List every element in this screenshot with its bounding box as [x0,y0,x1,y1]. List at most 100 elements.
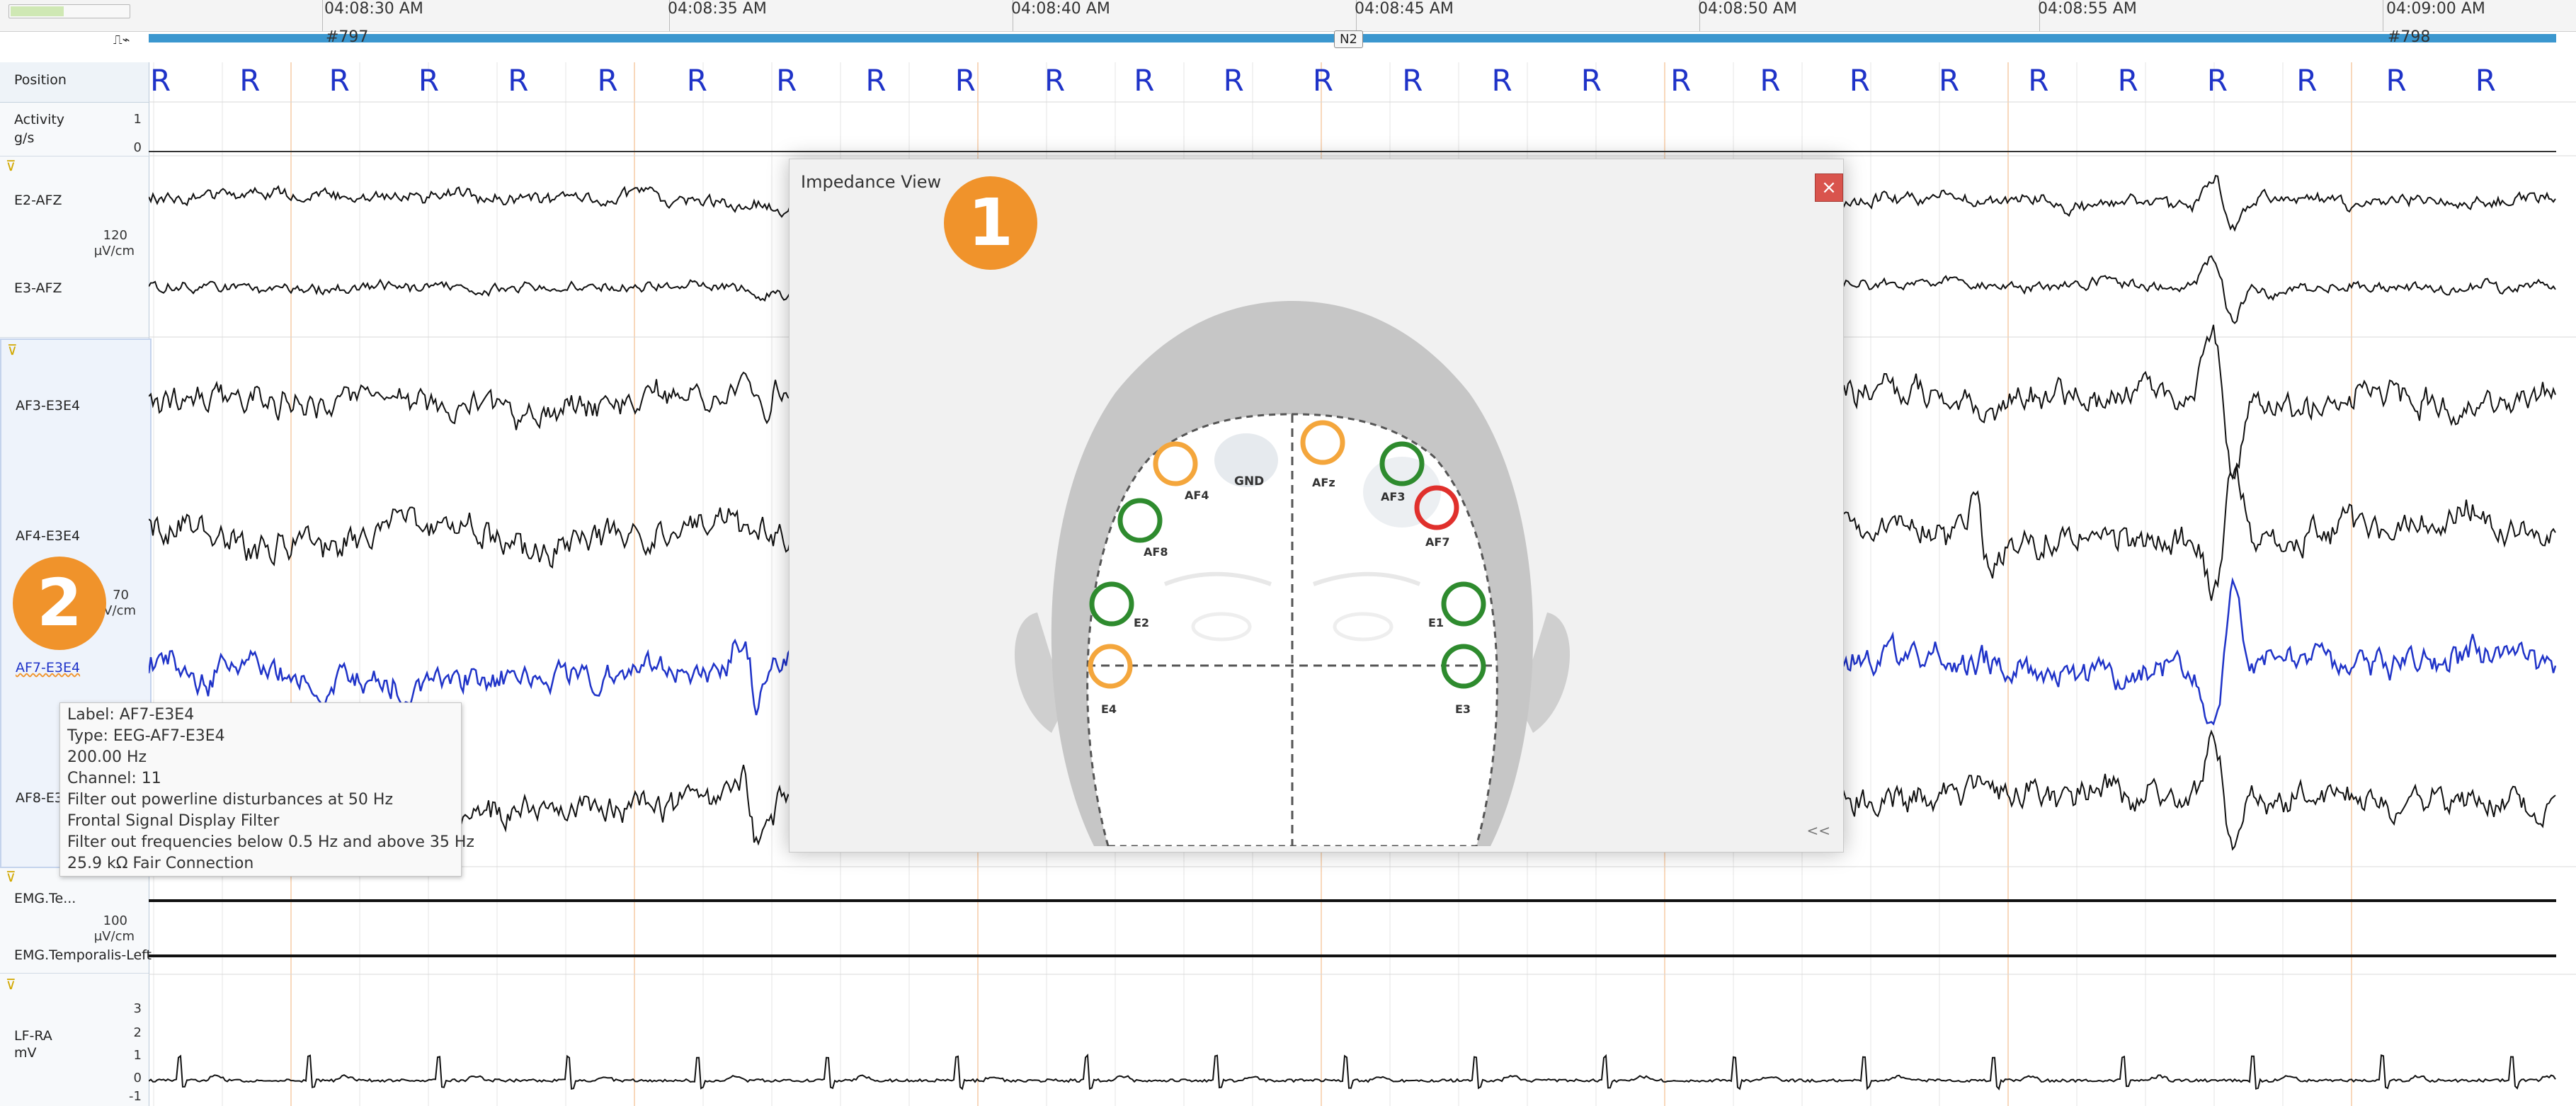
close-button[interactable]: × [1815,173,1843,202]
step-badge-1: 1 [944,176,1037,270]
position-marker: R [2386,63,2407,98]
tooltip-line: Channel: 11 [67,770,161,787]
ecg-group[interactable]: ⊽ LF-RA mV 3 2 1 0 -1 [0,974,149,1106]
tooltip-line: Filter out powerline disturbances at 50 … [67,791,394,809]
position-marker: R [1760,63,1780,98]
position-marker: R [687,63,707,98]
channel-tooltip: Label: AF7-E3E4 Type: EEG-AF7-E3E4 200.0… [59,702,474,877]
position-marker: R [1224,63,1244,98]
step-badge-2: 2 [13,557,106,650]
position-marker: R [239,63,260,98]
position-marker: R [2118,63,2138,98]
position-channel-header[interactable]: Position [0,62,149,103]
activity-channel[interactable]: Activity g/s 1 0 [0,102,149,156]
position-marker: R [1939,63,1959,98]
activity-label: Activity [14,112,65,127]
filter-icon[interactable]: ⊽ [7,341,18,358]
position-marker: R [508,63,528,98]
impedance-view-title: Impedance View [801,172,942,192]
position-marker: R [1581,63,1602,98]
electrode-label-e3: E3 [1455,702,1471,716]
electrode-label-af4: AF4 [1185,489,1209,502]
electrode-label-e2: E2 [1134,616,1149,629]
position-marker: R [1044,63,1065,98]
tooltip-line: 200.00 Hz [67,748,147,766]
tooltip-line: 25.9 kΩ Fair Connection [67,855,254,872]
channel-label-lf-ra: LF-RA [14,1028,52,1044]
eeg-group-1[interactable]: ⊽ E2-AFZ 120 µV/cm E3-AFZ [0,156,149,338]
time-label: 04:08:55 AM [2038,0,2137,18]
sleep-stage-badge[interactable]: N2 [1334,30,1363,48]
filter-icon[interactable]: ⊽ [6,976,16,993]
channel-label-e2-afz: E2-AFZ [14,193,62,208]
impedance-view-dialog[interactable]: Impedance View × << 1 GND AF4 AF8 AFz AF… [789,159,1844,853]
channel-label-emg-te: EMG.Te... [14,891,76,906]
position-marker: R [955,63,976,98]
time-label: 04:09:00 AM [2386,0,2485,18]
ecg-unit: mV [14,1045,37,1061]
activity-scale-top: 1 [133,112,142,127]
position-marker: R [776,63,797,98]
record-progress-fill [11,6,64,16]
electrode-label-e1: E1 [1428,616,1444,629]
activity-unit: g/s [14,130,35,146]
position-marker: R [1402,63,1423,98]
timeline-header[interactable]: 04:08:30 AM 04:08:35 AM 04:08:40 AM 04:0… [0,0,2576,32]
ecg-tick: 2 [133,1025,142,1040]
tooltip-line: Frontal Signal Display Filter [67,812,280,830]
psg-viewer: 04:08:30 AM 04:08:35 AM 04:08:40 AM 04:0… [0,0,2576,1106]
channel-label-e3-afz: E3-AFZ [14,280,62,296]
epoch-label-left: #797 [326,28,369,46]
position-marker: R [865,63,886,98]
ecg-tick: 3 [133,1001,142,1016]
time-label: 04:08:35 AM [668,0,767,18]
channel-label-af4-e3e4: AF4-E3E4 [16,528,81,544]
electrode-label-afz: AFz [1312,476,1335,489]
ecg-tick: 1 [133,1048,142,1063]
time-tick [322,0,323,31]
electrode-label-af8: AF8 [1144,545,1168,559]
position-marker: R [150,63,171,98]
time-label: 04:08:50 AM [1698,0,1797,18]
time-label: 04:08:30 AM [324,0,423,18]
electrode-label-e4: E4 [1101,702,1117,716]
filter-icon[interactable]: ⊽ [6,868,16,885]
record-progress-bar[interactable] [8,4,130,18]
position-label: Position [14,72,67,88]
collapse-button[interactable]: << [1806,822,1830,839]
position-marker: R [2475,63,2496,98]
channel-label-emg-temporalis-left: EMG.Temporalis-Left [14,947,152,963]
position-marker: R [2028,63,2048,98]
position-marker: R [2296,63,2317,98]
channel-label-af7-e3e4[interactable]: AF7-E3E4 [16,660,80,675]
position-marker: R [1313,63,1333,98]
emg-group[interactable]: ⊽ EMG.Te... 100 µV/cm EMG.Temporalis-Lef… [0,867,152,974]
ecg-tick: 0 [133,1071,142,1085]
eeg1-unit: µV/cm [93,244,135,258]
position-marker: R [418,63,439,98]
channel-label-af3-e3e4: AF3-E3E4 [16,398,81,414]
eeg2-scale: 70 [113,588,129,603]
position-marker: R [1850,63,1870,98]
time-label: 04:08:40 AM [1011,0,1110,18]
emg-scale: 100 [103,913,127,928]
electrode-label-af7: AF7 [1425,535,1449,549]
activity-scale-bottom: 0 [133,140,142,155]
tooltip-line: Type: EEG-AF7-E3E4 [67,727,225,745]
filter-icon[interactable]: ⊽ [6,157,16,174]
position-marker: R [598,63,618,98]
epoch-label-right: #798 [2388,28,2431,46]
position-marker: R [1492,63,1512,98]
epoch-marker-icon[interactable]: ⎍⌁ [113,33,130,47]
position-marker: R [329,63,350,98]
ecg-trace-lf-ra [149,1053,2556,1090]
tooltip-line: Filter out frequencies below 0.5 Hz and … [67,833,474,851]
electrode-label-af3: AF3 [1381,490,1405,503]
ecg-tick: -1 [129,1089,142,1104]
time-label: 04:08:45 AM [1355,0,1454,18]
position-marker: R [2207,63,2228,98]
emg-unit: µV/cm [93,929,135,944]
gnd-label: GND [1234,474,1264,489]
head-diagram: GND AF4 AF8 AFz AF3 AF7 E2 E1 E4 E3 [1014,301,1571,846]
position-marker: R [1670,63,1691,98]
